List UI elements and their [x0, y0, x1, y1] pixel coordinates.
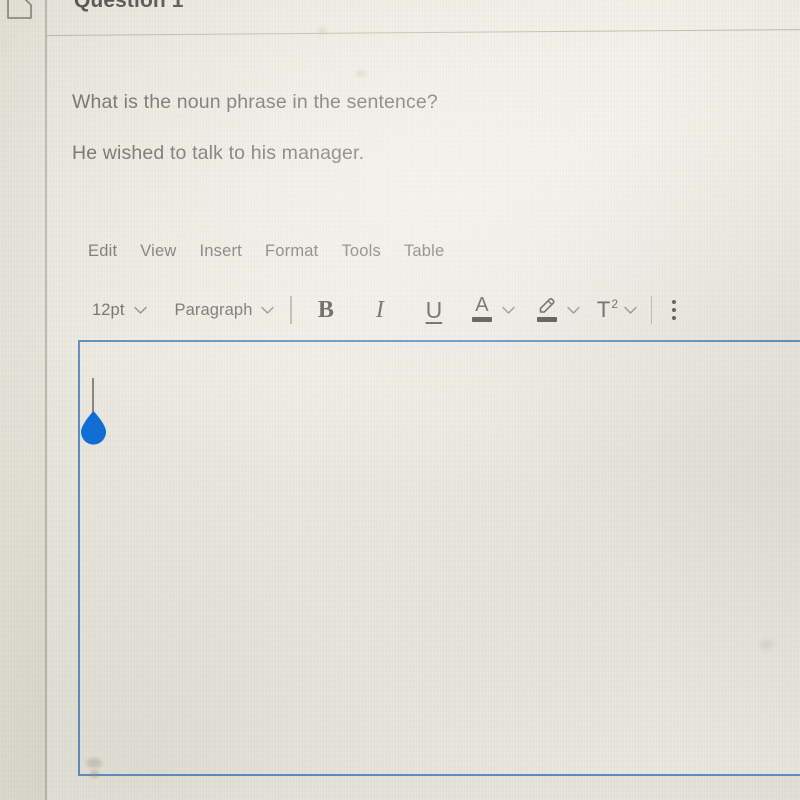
- rich-text-editor-area[interactable]: [78, 340, 800, 776]
- menu-item-table[interactable]: Table: [404, 242, 444, 261]
- text-caret: [92, 378, 94, 413]
- question-body: What is the noun phrase in the sentence?…: [72, 91, 438, 165]
- text-color-icon: A: [469, 294, 495, 324]
- menu-item-edit[interactable]: Edit: [88, 242, 117, 261]
- chevron-down-icon[interactable]: [567, 306, 580, 314]
- block-format-select[interactable]: Paragraph: [175, 301, 275, 320]
- italic-button[interactable]: I: [364, 297, 396, 324]
- font-size-value: 12pt: [92, 300, 125, 319]
- more-options-kebab-icon[interactable]: [672, 300, 677, 320]
- editor-menubar: Edit View Insert Format Tools Table: [88, 242, 444, 261]
- block-format-value: Paragraph: [174, 300, 253, 319]
- highlight-color-swatch: [536, 317, 557, 322]
- superscript-button[interactable]: T 2: [597, 297, 637, 323]
- toolbar-separator: [290, 296, 292, 324]
- question-prompt: What is the noun phrase in the sentence?: [72, 91, 438, 113]
- text-color-glyph: A: [475, 294, 489, 316]
- chevron-down-icon[interactable]: [502, 306, 515, 314]
- page-title: Question 1: [74, 0, 184, 12]
- font-size-select[interactable]: 12pt: [92, 301, 147, 320]
- text-cursor-handle-icon[interactable]: [77, 409, 110, 451]
- text-color-button[interactable]: A: [469, 294, 515, 324]
- chevron-down-icon[interactable]: [624, 306, 637, 314]
- menu-item-view[interactable]: View: [140, 242, 176, 261]
- lens-smudge: [356, 70, 366, 77]
- superscript-exponent: 2: [611, 297, 619, 311]
- text-color-swatch: [471, 317, 492, 322]
- chevron-down-icon: [261, 306, 275, 314]
- left-sidebar-rail: [0, 0, 45, 800]
- bold-button[interactable]: B: [310, 297, 342, 324]
- chevron-down-icon: [133, 306, 147, 314]
- kebab-dot: [672, 308, 677, 312]
- sidebar-divider: [45, 0, 47, 800]
- kebab-dot: [672, 316, 677, 320]
- photographed-screen: Question 1 What is the noun phrase in th…: [0, 0, 800, 800]
- document-chip-icon[interactable]: [6, 0, 34, 20]
- superscript-icon: T 2: [596, 297, 619, 323]
- underline-button[interactable]: U: [418, 297, 450, 324]
- kebab-dot: [672, 300, 677, 304]
- menu-item-format[interactable]: Format: [265, 242, 318, 261]
- editor-toolbar: 12pt Paragraph B I U A T 2: [92, 290, 762, 330]
- superscript-base: T: [596, 297, 611, 322]
- menu-item-insert[interactable]: Insert: [200, 242, 242, 261]
- highlight-color-button[interactable]: [534, 296, 580, 324]
- question-sentence: He wished to talk to his manager.: [72, 142, 365, 165]
- toolbar-separator-right: [651, 296, 653, 324]
- highlighter-pen-icon: [534, 296, 560, 324]
- menu-item-tools[interactable]: Tools: [341, 242, 381, 261]
